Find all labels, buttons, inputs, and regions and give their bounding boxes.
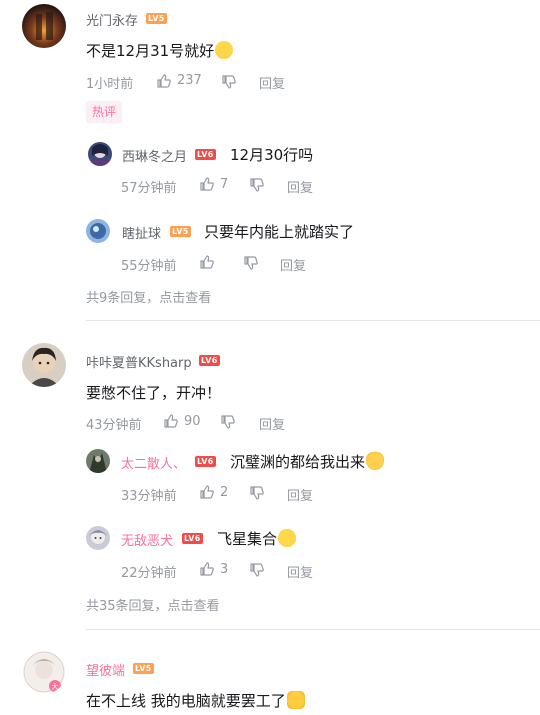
comment-text: 在不上线 我的电脑就要罢工了	[86, 690, 305, 711]
level-badge: LV5	[133, 663, 154, 674]
avatar[interactable]: 大	[22, 650, 66, 694]
svg-text:大: 大	[52, 682, 59, 691]
fist-emoji-icon	[286, 691, 305, 709]
username[interactable]: 望彼端	[86, 660, 125, 679]
comment-item: 大 望彼端 LV5 在不上线 我的电脑就要罢工了	[0, 0, 540, 715]
